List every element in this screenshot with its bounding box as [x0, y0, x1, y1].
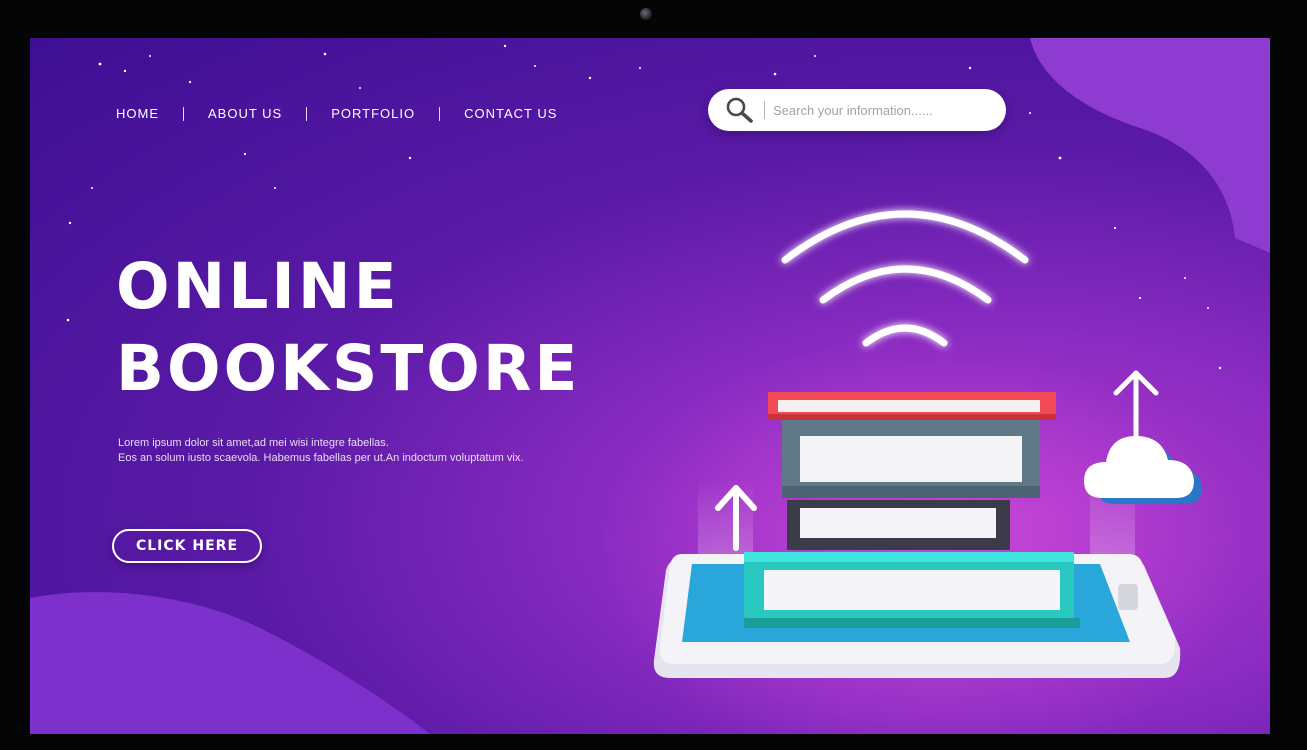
cloud-icon: [1084, 436, 1202, 504]
landing-page-screen: HOME ABOUT US PORTFOLIO CONTACT US ONLIN…: [30, 38, 1270, 734]
bookstore-illustration: [653, 210, 1202, 678]
webcam-dot: [640, 8, 652, 20]
book-stack: [744, 392, 1080, 628]
wifi-icon: [781, 210, 1029, 347]
monitor-frame: HOME ABOUT US PORTFOLIO CONTACT US ONLIN…: [0, 0, 1307, 750]
